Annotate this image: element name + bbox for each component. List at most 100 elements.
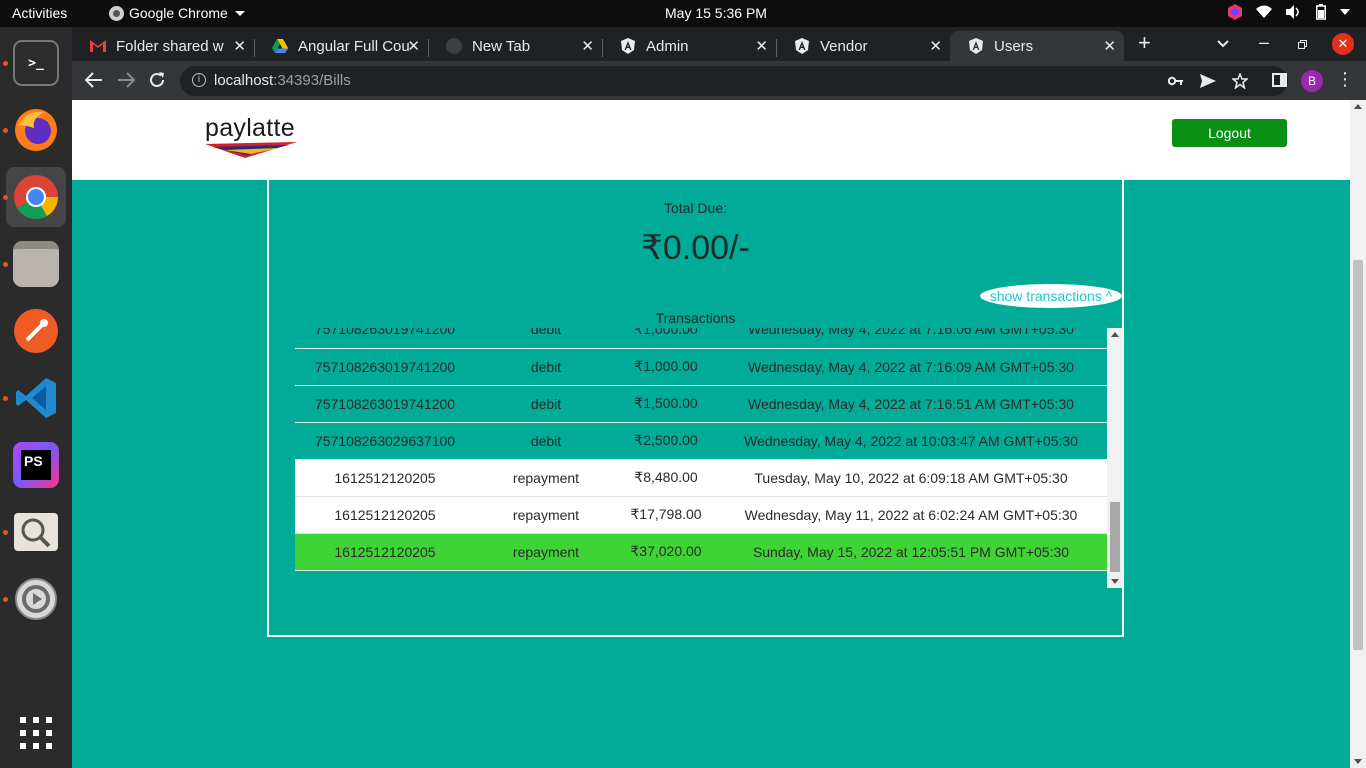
bookmark-star-icon[interactable] — [1232, 73, 1248, 89]
transactions-scrollbar[interactable] — [1107, 328, 1123, 588]
show-transactions-toggle[interactable]: show transactions ^ — [980, 284, 1122, 308]
app-grid-icon — [20, 717, 52, 749]
app-menu-label: Google Chrome — [129, 5, 228, 21]
close-tab-icon[interactable]: ✕ — [1103, 37, 1116, 55]
close-tab-icon[interactable]: ✕ — [929, 37, 942, 55]
transaction-type: debit — [475, 328, 617, 349]
new-tab-button[interactable]: + — [1138, 30, 1151, 56]
transaction-date: Wednesday, May 4, 2022 at 7:16:09 AM GMT… — [715, 348, 1107, 386]
dock-postman[interactable] — [6, 301, 66, 361]
paylatte-logo[interactable]: paylatte — [205, 114, 297, 158]
transaction-type: repayment — [475, 496, 617, 534]
scroll-up-arrow-icon[interactable] — [1354, 104, 1362, 109]
table-row: 757108263019741200 debit ₹1,000.00 Wedne… — [295, 328, 1107, 349]
system-top-bar: Activities Google Chrome May 15 5:36 PM — [0, 0, 1366, 27]
dock-files[interactable] — [3, 234, 66, 294]
transaction-type: repayment — [475, 533, 617, 571]
dock-terminal[interactable]: >_ — [3, 33, 66, 93]
minimize-window-button[interactable]: – — [1259, 32, 1269, 53]
close-tab-icon[interactable]: ✕ — [755, 37, 768, 55]
show-applications-button[interactable] — [6, 703, 66, 763]
transaction-id: 757108263029637100 — [295, 422, 475, 460]
page-viewport: paylatte Logout Total Due: ₹0.00/- show … — [72, 100, 1366, 768]
clock[interactable]: May 15 5:36 PM — [665, 5, 767, 21]
dock-chrome[interactable] — [3, 167, 66, 227]
tab-users[interactable]: Users ✕ — [950, 31, 1124, 61]
chrome-icon — [14, 175, 58, 219]
scrollbar-thumb[interactable] — [1110, 502, 1120, 572]
transaction-id: 757108263019741200 — [295, 328, 475, 349]
postman-icon — [14, 309, 58, 353]
transactions-heading: Transactions — [655, 310, 736, 326]
key-icon[interactable] — [1168, 75, 1184, 87]
dock-screenshot[interactable] — [3, 502, 66, 562]
reload-icon[interactable] — [149, 72, 165, 88]
volume-icon — [1286, 5, 1299, 19]
transaction-amount: ₹1,000.00 — [617, 328, 715, 349]
table-row: 757108263029637100 debit ₹2,500.00 Wedne… — [295, 422, 1107, 460]
tab-search-icon[interactable] — [1217, 40, 1229, 48]
scroll-down-arrow-icon[interactable] — [1111, 579, 1119, 584]
running-indicator — [3, 597, 8, 602]
back-icon[interactable] — [85, 72, 103, 88]
logo-swoosh-icon — [205, 142, 297, 158]
tab-title: Admin — [646, 37, 689, 55]
close-tab-icon[interactable]: ✕ — [407, 37, 420, 55]
activities-button[interactable]: Activities — [12, 5, 67, 21]
side-panel-icon[interactable] — [1272, 73, 1287, 87]
site-info-icon[interactable]: i — [192, 73, 206, 87]
transaction-amount: ₹1,500.00 — [617, 385, 715, 423]
address-bar[interactable]: i localhost:34393/Bills — [180, 66, 1288, 96]
firefox-icon — [15, 109, 57, 151]
system-tray[interactable] — [1228, 4, 1350, 20]
transactions-list[interactable]: 757108263019741200 debit ₹1,000.00 Wedne… — [295, 328, 1123, 588]
tab-title: Folder shared w — [116, 37, 224, 55]
dock-phpstorm[interactable]: PS — [6, 435, 66, 495]
running-indicator — [3, 61, 8, 66]
transaction-id: 757108263019741200 — [295, 348, 475, 386]
dock-vscode[interactable] — [3, 368, 66, 428]
profile-avatar[interactable]: B — [1301, 70, 1323, 92]
power-menu-caret-icon[interactable] — [1340, 9, 1350, 15]
tab-angular-course[interactable]: Angular Full Cou ✕ — [254, 31, 428, 61]
transaction-date: Wednesday, May 4, 2022 at 10:03:47 AM GM… — [715, 422, 1107, 460]
dock-firefox[interactable] — [3, 100, 66, 160]
tab-admin[interactable]: Admin ✕ — [602, 31, 776, 61]
settings-icon — [15, 578, 57, 620]
gmail-icon — [90, 40, 106, 52]
battery-icon — [1316, 4, 1326, 20]
transaction-type: repayment — [475, 459, 617, 497]
logout-button[interactable]: Logout — [1172, 119, 1287, 147]
url-text[interactable]: localhost:34393/Bills — [214, 72, 351, 89]
send-tab-icon[interactable] — [1200, 74, 1216, 88]
chrome-menu-icon[interactable]: ⋮ — [1336, 69, 1354, 90]
total-due-amount: ₹0.00/- — [641, 229, 750, 267]
tab-new-tab[interactable]: New Tab ✕ — [428, 31, 602, 61]
close-tab-icon[interactable]: ✕ — [233, 37, 246, 55]
close-tab-icon[interactable]: ✕ — [581, 37, 594, 55]
app-menu[interactable]: Google Chrome — [109, 5, 245, 21]
files-icon — [13, 241, 59, 287]
tab-gmail[interactable]: Folder shared w ✕ — [72, 31, 254, 61]
close-window-button[interactable]: ✕ — [1332, 33, 1354, 55]
transaction-amount: ₹37,020.00 — [617, 533, 715, 571]
transaction-date: Wednesday, May 11, 2022 at 6:02:24 AM GM… — [715, 496, 1107, 534]
restore-window-icon[interactable] — [1298, 40, 1307, 49]
dock-settings[interactable] — [3, 569, 66, 629]
browser-toolbar: i localhost:34393/Bills B ⋮ — [72, 61, 1366, 100]
tab-title: Vendor — [820, 37, 868, 55]
page-scrollbar[interactable] — [1350, 100, 1366, 768]
tab-title: Users — [994, 37, 1034, 55]
app-indicator-icon[interactable] — [1228, 4, 1242, 20]
scroll-up-arrow-icon[interactable] — [1111, 332, 1119, 337]
forward-icon[interactable] — [117, 72, 135, 88]
total-due-label: Total Due: — [663, 200, 728, 216]
scroll-down-arrow-icon[interactable] — [1354, 759, 1362, 764]
chevron-down-icon — [234, 10, 245, 16]
scrollbar-thumb[interactable] — [1353, 260, 1363, 650]
tab-title: New Tab — [472, 37, 531, 55]
transactions-table: 757108263019741200 debit ₹1,000.00 Wedne… — [295, 328, 1107, 571]
transaction-amount: ₹17,798.00 — [617, 496, 715, 534]
table-row: 757108263019741200 debit ₹1,000.00 Wedne… — [295, 348, 1107, 386]
tab-vendor[interactable]: Vendor ✕ — [776, 31, 950, 61]
